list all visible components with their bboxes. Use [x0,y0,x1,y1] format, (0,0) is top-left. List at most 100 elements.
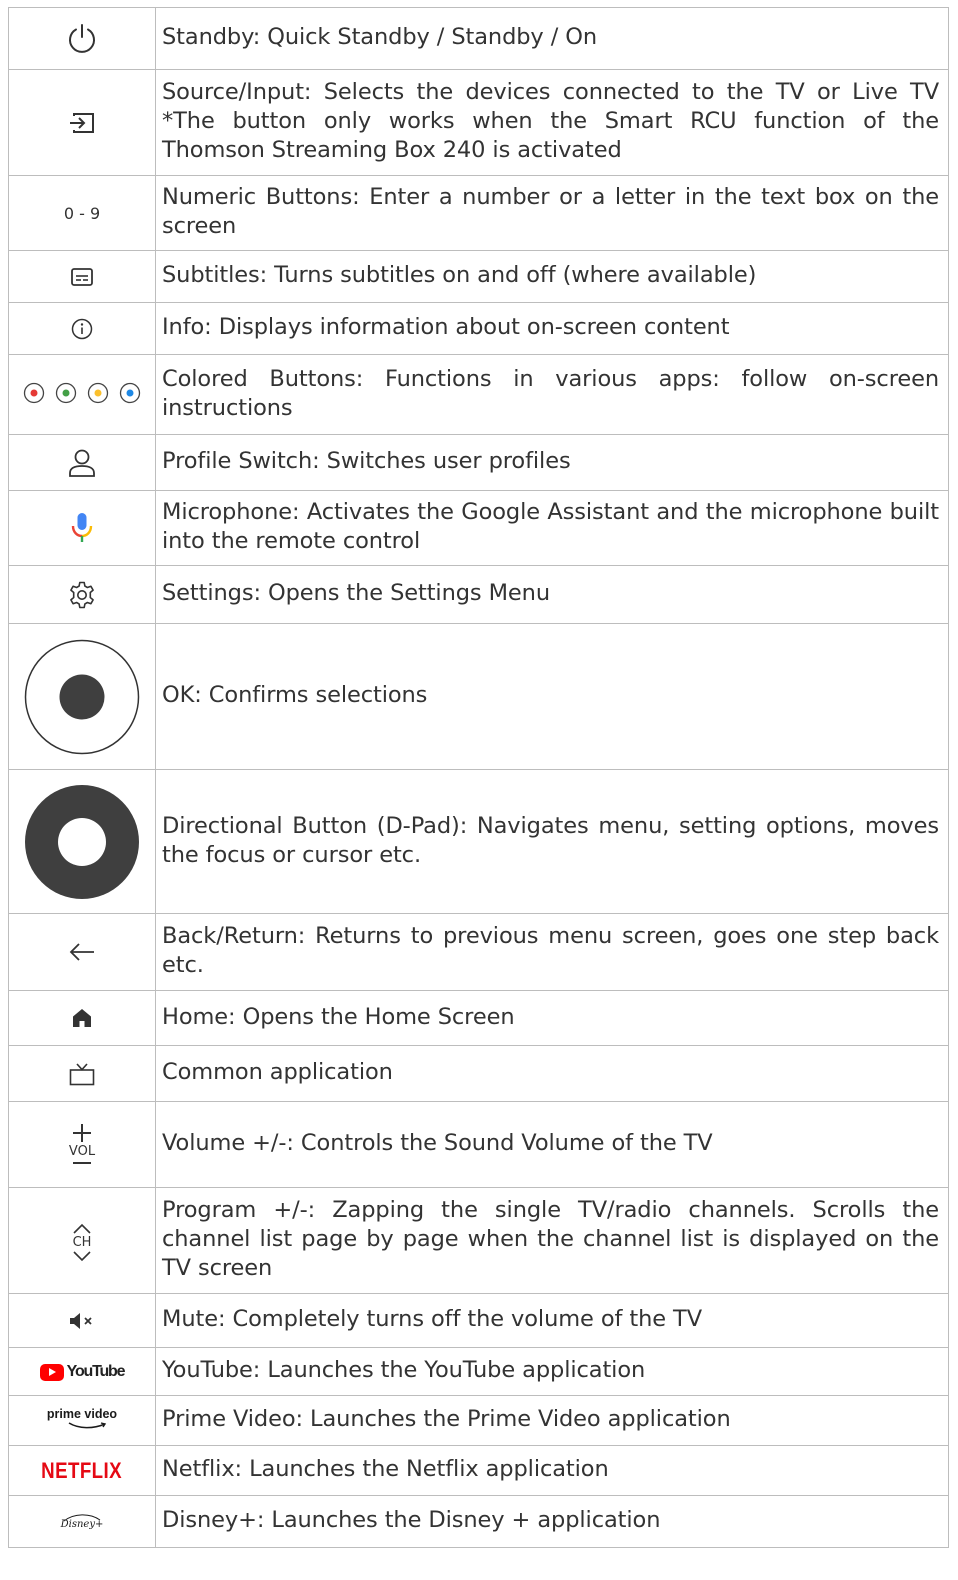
table-row: YouTube YouTube: Launches the YouTube ap… [8,1347,949,1396]
icon-cell [8,769,156,914]
row-description: Profile Switch: Switches user profiles [155,434,949,491]
table-row: Info: Displays information about on-scre… [8,302,949,355]
youtube-logo-text: YouTube [66,1363,126,1380]
icon-cell [8,565,156,624]
back-arrow-icon [69,943,94,961]
row-description: Settings: Opens the Settings Menu [155,565,949,624]
chevron-down-icon [73,1251,91,1262]
table-row: OK: Confirms selections [8,623,949,770]
icon-cell: 0 - 9 [8,175,156,251]
row-description: Common application [155,1045,949,1102]
icon-cell [8,69,156,176]
row-description: Numeric Buttons: Enter a number or a let… [155,175,949,251]
channel-icon: CH [72,1223,92,1262]
row-description: Directional Button (D-Pad): Navigates me… [155,769,949,914]
row-description: Program +/-: Zapping the single TV/radio… [155,1187,949,1294]
row-description: Microphone: Activates the Google Assista… [155,490,949,566]
icon-cell: prime video [8,1395,156,1446]
dpad-icon [25,784,139,899]
icon-cell [8,1293,156,1348]
plus-icon [72,1124,91,1142]
numeric-buttons-label: 0 - 9 [63,203,101,223]
netflix-logo: NETFLIX [41,1457,123,1483]
row-description: Home: Opens the Home Screen [155,990,949,1046]
chevron-up-icon [73,1223,91,1234]
table-row: Colored Buttons: Functions in various ap… [8,354,949,435]
youtube-logo: YouTube [39,1363,126,1381]
ok-button-icon [24,639,140,754]
icon-cell: YouTube [8,1347,156,1396]
icon-cell [8,490,156,566]
info-icon [71,318,93,339]
minus-icon [72,1162,91,1164]
table-row: Profile Switch: Switches user profiles [8,434,949,491]
icon-cell [8,302,156,355]
table-row: Back/Return: Returns to previous menu sc… [8,913,949,991]
table-row: Subtitles: Turns subtitles on and off (w… [8,250,949,303]
table-row: Directional Button (D-Pad): Navigates me… [8,769,949,914]
remote-buttons-table: Standby: Quick Standby / Standby / On So… [8,7,949,1548]
icon-cell [8,250,156,303]
table-row: Common application [8,1045,949,1102]
volume-icon: VOL [69,1123,95,1166]
icon-cell: VOL [8,1101,156,1188]
table-row: VOL Volume +/-: Controls the Sound Volum… [8,1101,949,1188]
row-description: Colored Buttons: Functions in various ap… [155,354,949,435]
icon-cell [8,1045,156,1102]
youtube-play-icon [39,1363,64,1381]
table-row: Mute: Completely turns off the volume of… [8,1293,949,1348]
table-row: prime video Prime Video: Launches the Pr… [8,1395,949,1446]
red-button-icon [23,382,45,403]
icon-cell [8,354,156,435]
table-row: Source/Input: Selects the devices connec… [8,69,949,176]
mute-icon [70,1313,92,1330]
table-row: Disney+ Disney+: Launches the Disney + a… [8,1495,949,1548]
row-description: Disney+: Launches the Disney + applicati… [155,1495,949,1548]
blue-button-icon [119,382,141,403]
prime-video-logo-text: prime video [46,1406,118,1421]
icon-cell [8,7,156,70]
row-description: Back/Return: Returns to previous menu sc… [155,913,949,991]
row-description: Mute: Completely turns off the volume of… [155,1293,949,1348]
channel-label: CH [72,1235,92,1250]
green-button-icon [55,382,77,403]
table-row: CH Program +/-: Zapping the single TV/ra… [8,1187,949,1294]
prime-video-logo: prime video [46,1406,118,1432]
row-description: OK: Confirms selections [155,623,949,770]
row-description: YouTube: Launches the YouTube applicatio… [155,1347,949,1396]
icon-cell: Disney+ [8,1495,156,1548]
row-description: Subtitles: Turns subtitles on and off (w… [155,250,949,303]
microphone-icon [71,513,93,542]
prime-smile-icon [68,1421,107,1428]
row-description: Volume +/-: Controls the Sound Volume of… [155,1101,949,1188]
table-row: NETFLIX Netflix: Launches the Netflix ap… [8,1445,949,1496]
row-description: Standby: Quick Standby / Standby / On [155,7,949,70]
home-icon [73,1009,91,1027]
tv-icon [69,1062,95,1085]
disney-logo-text: Disney+ [60,1519,104,1530]
icon-cell: CH [8,1187,156,1294]
row-description: Info: Displays information about on-scre… [155,302,949,355]
source-input-icon [70,112,94,133]
icon-cell [8,434,156,491]
yellow-button-icon [87,382,109,403]
subtitles-icon [71,268,93,287]
row-description: Prime Video: Launches the Prime Video ap… [155,1395,949,1446]
disney-plus-logo: Disney+ [60,1514,104,1530]
settings-gear-icon [70,581,94,608]
table-row: Standby: Quick Standby / Standby / On [8,7,949,70]
table-row: Home: Opens the Home Screen [8,990,949,1046]
table-row: 0 - 9 Numeric Buttons: Enter a number or… [8,175,949,251]
table-row: Settings: Opens the Settings Menu [8,565,949,624]
row-description: Source/Input: Selects the devices connec… [155,69,949,176]
icon-cell [8,623,156,770]
profile-icon [69,449,95,477]
table-row: Microphone: Activates the Google Assista… [8,490,949,566]
volume-label: VOL [68,1144,96,1159]
icon-cell [8,913,156,991]
colored-buttons-icon [23,382,141,404]
icon-cell: NETFLIX [8,1445,156,1496]
row-description: Netflix: Launches the Netflix applicatio… [155,1445,949,1496]
power-icon [69,23,95,53]
icon-cell [8,990,156,1046]
